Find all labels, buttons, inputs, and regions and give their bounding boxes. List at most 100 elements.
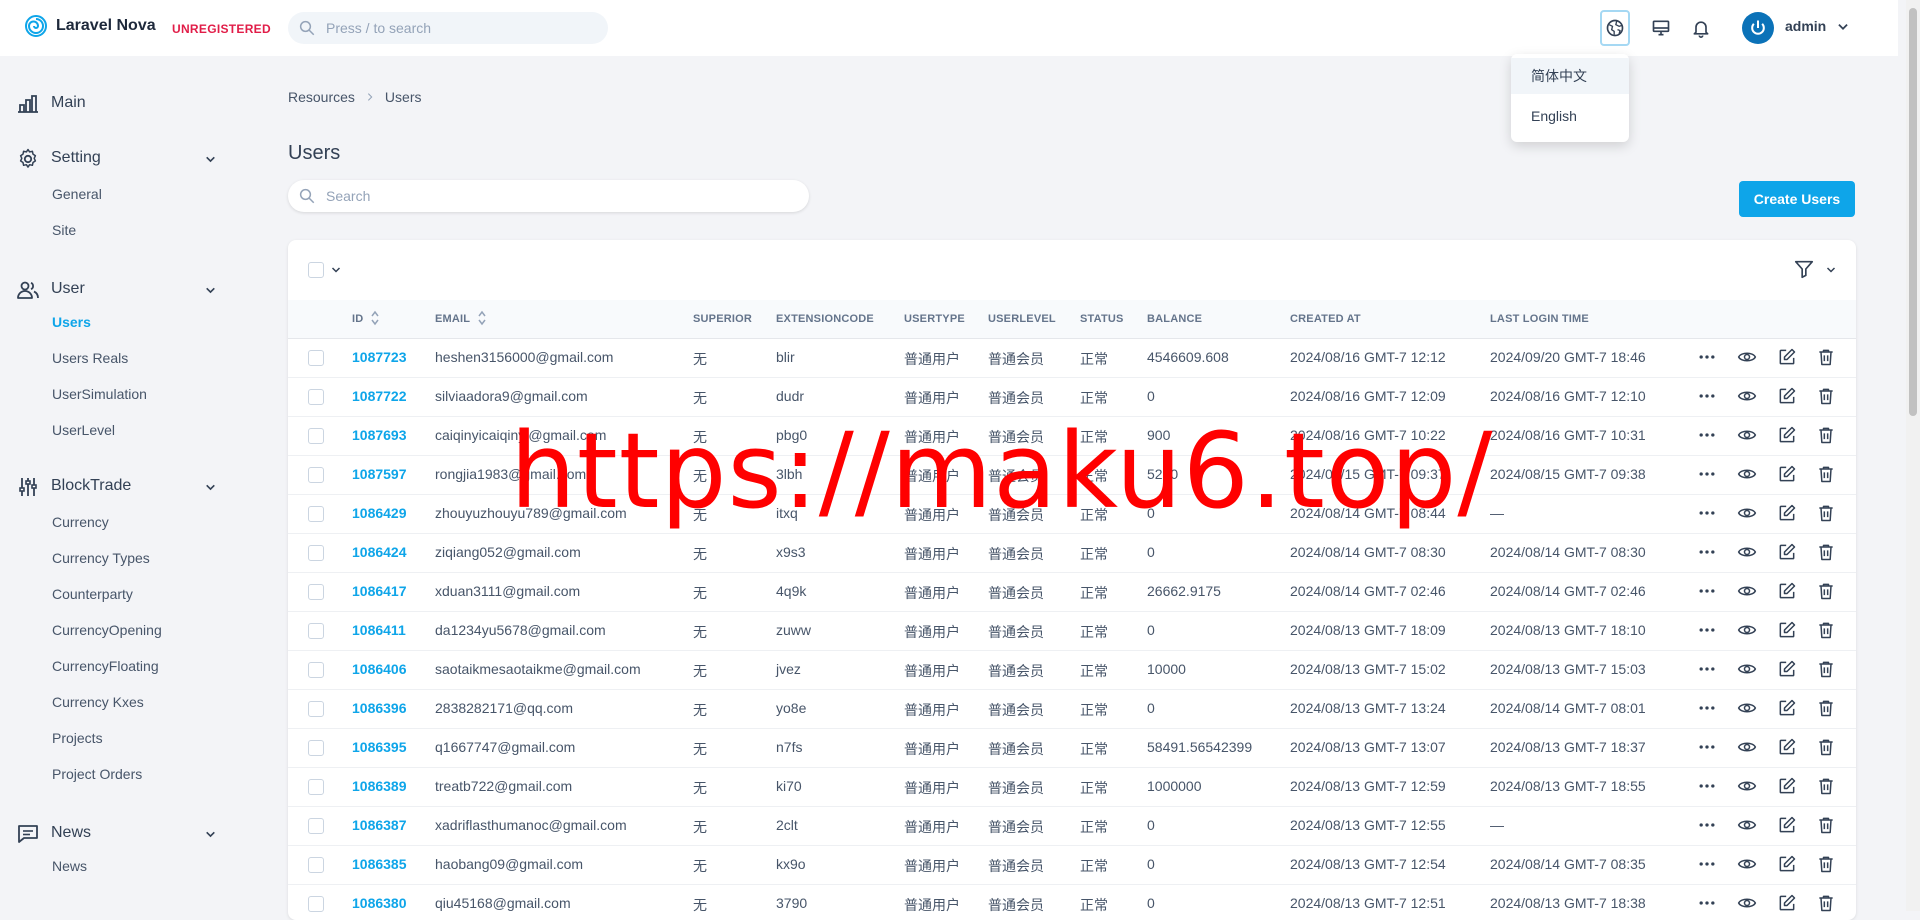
delete-button[interactable] xyxy=(1815,502,1837,524)
row-actions-button[interactable] xyxy=(1696,385,1718,407)
delete-button[interactable] xyxy=(1815,697,1837,719)
delete-button[interactable] xyxy=(1815,814,1837,836)
table-row[interactable]: 1086387 xadriflasthumanoc@gmail.com 无 2clt 普… xyxy=(288,806,1856,846)
row-checkbox[interactable] xyxy=(308,740,324,756)
chevron-down-icon[interactable] xyxy=(1836,20,1850,34)
table-row[interactable]: 1086385 haobang09@gmail.com 无 kx9o 普通用户 普通会员 正… xyxy=(288,845,1856,885)
column-header-id[interactable]: ID xyxy=(352,313,363,325)
filter-icon[interactable] xyxy=(1793,258,1815,280)
row-checkbox[interactable] xyxy=(308,506,324,522)
select-all-checkbox[interactable] xyxy=(308,262,324,278)
chevron-down-icon[interactable] xyxy=(330,264,342,276)
row-checkbox[interactable] xyxy=(308,584,324,600)
table-row[interactable]: 1086395 q1667747@gmail.com 无 n7fs 普通用户 普通会员 正常… xyxy=(288,728,1856,768)
row-actions-button[interactable] xyxy=(1696,580,1718,602)
row-actions-button[interactable] xyxy=(1696,697,1718,719)
sidebar-item-users[interactable]: Users xyxy=(52,314,91,330)
sidebar-section-news[interactable]: News xyxy=(0,818,240,850)
cell-id[interactable]: 1086424 xyxy=(352,544,407,560)
sort-icon[interactable] xyxy=(477,309,487,327)
view-button[interactable] xyxy=(1736,580,1758,602)
edit-button[interactable] xyxy=(1776,619,1798,641)
view-button[interactable] xyxy=(1736,424,1758,446)
language-option-en[interactable]: English xyxy=(1511,98,1629,134)
table-row[interactable]: 1086417 xduan3111@gmail.com 无 4q9k 普通用户 普通会员 正… xyxy=(288,572,1856,612)
delete-button[interactable] xyxy=(1815,424,1837,446)
create-users-button[interactable]: Create Users xyxy=(1739,181,1855,217)
view-button[interactable] xyxy=(1736,736,1758,758)
view-button[interactable] xyxy=(1736,658,1758,680)
delete-button[interactable] xyxy=(1815,541,1837,563)
view-button[interactable] xyxy=(1736,541,1758,563)
view-button[interactable] xyxy=(1736,775,1758,797)
logo[interactable]: Laravel Nova xyxy=(24,14,156,38)
row-checkbox[interactable] xyxy=(308,467,324,483)
global-search-input[interactable]: Press / to search xyxy=(288,12,608,44)
cell-id[interactable]: 1087722 xyxy=(352,388,407,404)
edit-button[interactable] xyxy=(1776,502,1798,524)
sidebar-item-currency[interactable]: Currency xyxy=(52,514,109,530)
view-button[interactable] xyxy=(1736,619,1758,641)
edit-button[interactable] xyxy=(1776,463,1798,485)
sidebar-item-news[interactable]: News xyxy=(52,858,87,874)
cell-id[interactable]: 1086389 xyxy=(352,778,407,794)
row-actions-button[interactable] xyxy=(1696,502,1718,524)
sidebar-item-currency-opening[interactable]: CurrencyOpening xyxy=(52,622,162,638)
user-menu-name[interactable]: admin xyxy=(1785,18,1826,34)
delete-button[interactable] xyxy=(1815,658,1837,680)
sidebar-section-user[interactable]: User xyxy=(0,274,240,306)
edit-button[interactable] xyxy=(1776,424,1798,446)
sidebar-section-setting[interactable]: Setting xyxy=(0,143,240,175)
cell-id[interactable]: 1086380 xyxy=(352,895,407,911)
view-button[interactable] xyxy=(1736,697,1758,719)
table-row[interactable]: 1087723 heshen3156000@gmail.com 无 blir 普通用户 普… xyxy=(288,338,1856,378)
delete-button[interactable] xyxy=(1815,619,1837,641)
cell-id[interactable]: 1086385 xyxy=(352,856,407,872)
sidebar-item-site[interactable]: Site xyxy=(52,222,76,238)
delete-button[interactable] xyxy=(1815,853,1837,875)
sidebar-item-project-orders[interactable]: Project Orders xyxy=(52,766,142,782)
cell-id[interactable]: 1086387 xyxy=(352,817,407,833)
row-checkbox[interactable] xyxy=(308,428,324,444)
row-actions-button[interactable] xyxy=(1696,814,1718,836)
cell-id[interactable]: 1087723 xyxy=(352,349,407,365)
edit-button[interactable] xyxy=(1776,346,1798,368)
notifications-button[interactable] xyxy=(1687,14,1715,42)
sidebar-item-projects[interactable]: Projects xyxy=(52,730,103,746)
row-actions-button[interactable] xyxy=(1696,424,1718,446)
sort-icon[interactable] xyxy=(370,309,380,327)
sidebar-item-currency-kxes[interactable]: Currency Kxes xyxy=(52,694,144,710)
view-button[interactable] xyxy=(1736,385,1758,407)
table-row[interactable]: 1086411 da1234yu5678@gmail.com 无 zuww 普通用户 普通… xyxy=(288,611,1856,651)
delete-button[interactable] xyxy=(1815,736,1837,758)
sidebar-item-user-simulation[interactable]: UserSimulation xyxy=(52,386,147,402)
chevron-down-icon[interactable] xyxy=(1825,264,1837,276)
column-header-email[interactable]: EMAIL xyxy=(435,313,470,325)
scrollbar-thumb[interactable] xyxy=(1909,8,1917,416)
delete-button[interactable] xyxy=(1815,775,1837,797)
row-checkbox[interactable] xyxy=(308,857,324,873)
resource-search-input[interactable]: Search xyxy=(288,180,809,212)
delete-button[interactable] xyxy=(1815,385,1837,407)
cell-id[interactable]: 1086395 xyxy=(352,739,407,755)
edit-button[interactable] xyxy=(1776,580,1798,602)
edit-button[interactable] xyxy=(1776,658,1798,680)
edit-button[interactable] xyxy=(1776,814,1798,836)
table-row[interactable]: 1086389 treatb722@gmail.com 无 ki70 普通用户 普通会员 正… xyxy=(288,767,1856,807)
table-row[interactable]: 1086380 qiu45168@gmail.com 无 3790 普通用户 普通会员 正常… xyxy=(288,884,1856,920)
row-checkbox[interactable] xyxy=(308,818,324,834)
cell-id[interactable]: 1086396 xyxy=(352,700,407,716)
page-scrollbar[interactable] xyxy=(1906,0,1920,911)
avatar[interactable] xyxy=(1742,12,1774,44)
cell-id[interactable]: 1086411 xyxy=(352,622,406,638)
sidebar-item-user-level[interactable]: UserLevel xyxy=(52,422,115,438)
table-row[interactable]: 1086396 2838282171@qq.com 无 yo8e 普通用户 普通会员 正常 0… xyxy=(288,689,1856,729)
view-button[interactable] xyxy=(1736,346,1758,368)
sidebar-item-general[interactable]: General xyxy=(52,186,102,202)
row-checkbox[interactable] xyxy=(308,701,324,717)
view-button[interactable] xyxy=(1736,463,1758,485)
edit-button[interactable] xyxy=(1776,775,1798,797)
breadcrumb-resources[interactable]: Resources xyxy=(288,89,355,105)
row-actions-button[interactable] xyxy=(1696,775,1718,797)
view-button[interactable] xyxy=(1736,853,1758,875)
